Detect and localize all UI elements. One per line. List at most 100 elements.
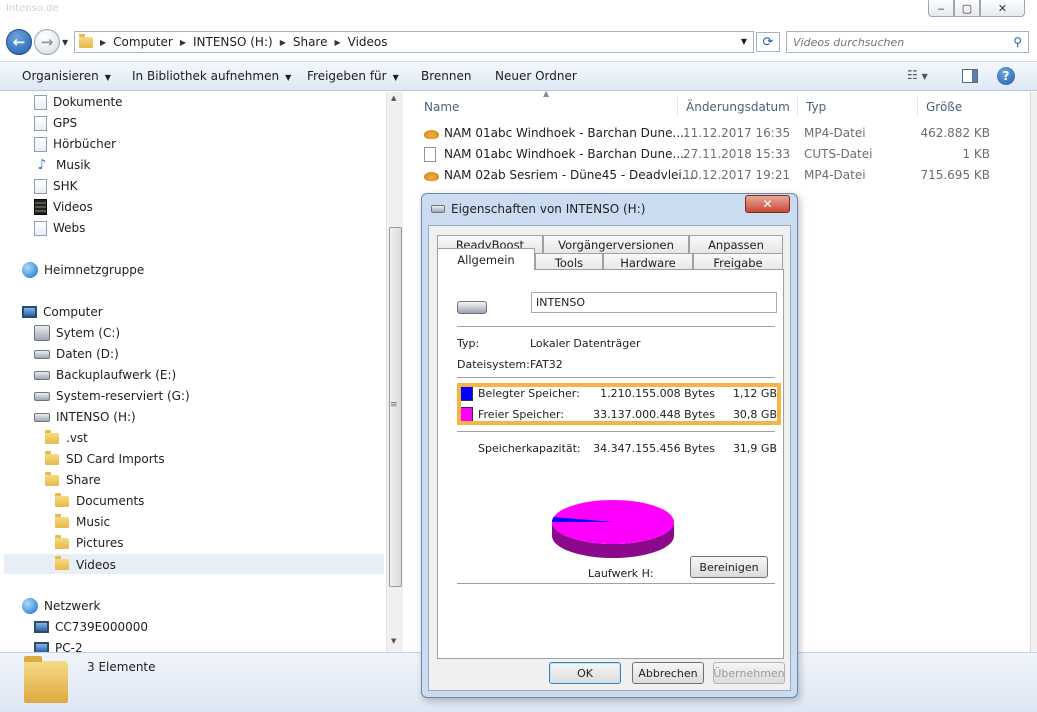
breadcrumb-computer[interactable]: Computer — [113, 35, 173, 49]
share-with-menu[interactable]: Freigeben für ▼ — [307, 69, 399, 83]
nav-item-drive-d[interactable]: Daten (D:) — [34, 344, 119, 364]
nav-item-webs[interactable]: Webs — [34, 218, 85, 238]
dialog-close-button[interactable]: ✕ — [745, 195, 790, 213]
file-row[interactable]: NAM 02ab Sesriem - Düne45 - Deadvlei....… — [420, 165, 1020, 185]
nav-item-vst[interactable]: .vst — [44, 428, 88, 448]
maximize-button[interactable]: ▢ — [954, 0, 980, 17]
nav-label: .vst — [66, 431, 88, 445]
divider — [457, 583, 775, 584]
nav-item-sd-card-imports[interactable]: SD Card Imports — [44, 449, 165, 469]
properties-dialog: Eigenschaften von INTENSO (H:) ✕ ReadyBo… — [421, 193, 798, 698]
nav-item-drive-c[interactable]: Sytem (C:) — [34, 323, 120, 343]
nav-label: Daten (D:) — [56, 347, 119, 361]
close-window-button[interactable]: ✕ — [980, 0, 1025, 17]
faded-watermark-text: Intenso.de — [6, 3, 59, 14]
burn-button[interactable]: Brennen — [421, 69, 471, 83]
folder-icon — [54, 556, 70, 573]
drive-icon — [431, 205, 445, 213]
nav-item-network-pc1[interactable]: CC739E000000 — [34, 617, 148, 637]
share-with-label: Freigeben für — [307, 69, 387, 83]
search-input[interactable] — [793, 35, 993, 49]
chevron-right-icon[interactable]: ▶ — [334, 38, 340, 47]
breadcrumb-videos[interactable]: Videos — [348, 35, 388, 49]
nav-item-musik[interactable]: ♪ Musik — [34, 155, 91, 175]
address-bar[interactable]: ▶ Computer ▶ INTENSO (H:) ▶ Share ▶ Vide… — [74, 31, 754, 53]
nav-label: PC-2 — [55, 641, 83, 652]
nav-item-pictures[interactable]: Pictures — [54, 533, 124, 553]
ok-button[interactable]: OK — [549, 662, 621, 684]
nav-label: Pictures — [76, 536, 124, 550]
chevron-down-icon: ▼ — [104, 73, 111, 82]
chevron-right-icon[interactable]: ▶ — [100, 38, 106, 47]
column-header-type[interactable]: Typ — [798, 97, 918, 117]
breadcrumb-share[interactable]: Share — [293, 35, 328, 49]
file-name: NAM 01abc Windhoek - Barchan Dune.... — [444, 126, 688, 140]
nav-label: Dokumente — [53, 95, 123, 109]
filesystem-label: Dateisystem: — [457, 358, 530, 371]
nav-label: Computer — [43, 305, 103, 319]
history-dropdown-icon[interactable]: ▼ — [62, 38, 68, 47]
tab-customize[interactable]: Anpassen — [689, 235, 783, 253]
nav-item-drive-e[interactable]: Backuplaufwerk (E:) — [34, 365, 176, 385]
network-icon — [22, 598, 38, 614]
nav-item-dokumente[interactable]: Dokumente — [34, 92, 123, 112]
scroll-down-icon[interactable]: ▼ — [391, 637, 396, 645]
address-dropdown-icon[interactable]: ▼ — [741, 37, 747, 46]
nav-item-hoerbuecher[interactable]: Hörbücher — [34, 134, 116, 154]
nav-item-videos-library[interactable]: Videos — [34, 197, 93, 217]
forward-button[interactable]: → — [34, 29, 60, 55]
tab-general[interactable]: Allgemein — [437, 248, 535, 270]
add-to-library-menu[interactable]: In Bibliothek aufnehmen ▼ — [132, 69, 291, 83]
back-button[interactable]: ← — [6, 29, 32, 55]
nav-item-videos-selected[interactable]: Videos — [4, 554, 384, 574]
minimize-button[interactable]: ‒ — [928, 0, 954, 17]
nav-label: Videos — [53, 200, 93, 214]
organize-menu[interactable]: Organisieren ▼ — [22, 69, 111, 83]
nav-item-gps[interactable]: GPS — [34, 113, 77, 133]
navigation-pane: Dokumente GPS Hörbücher ♪ Musik SHK Video… — [0, 92, 404, 652]
type-label: Typ: — [457, 337, 480, 350]
folder-large-icon — [24, 656, 68, 703]
tab-previous-versions[interactable]: Vorgängerversionen — [543, 235, 689, 253]
nav-item-homegroup[interactable]: Heimnetzgruppe — [22, 260, 144, 280]
nav-label: INTENSO (H:) — [56, 410, 136, 424]
file-row[interactable]: NAM 01abc Windhoek - Barchan Dune.... 27… — [420, 144, 1020, 164]
nav-item-drive-g[interactable]: System-reserviert (G:) — [34, 386, 190, 406]
file-date: 11.12.2017 16:35 — [683, 126, 791, 140]
nav-item-network[interactable]: Netzwerk — [22, 596, 100, 616]
nav-item-shk[interactable]: SHK — [34, 176, 78, 196]
nav-item-documents[interactable]: Documents — [54, 491, 144, 511]
nav-label: Musik — [56, 158, 91, 172]
chevron-right-icon[interactable]: ▶ — [180, 38, 186, 47]
preview-pane-button[interactable] — [962, 69, 978, 83]
nav-scrollbar[interactable]: ▲ ≡ ▼ — [386, 92, 403, 652]
search-icon[interactable]: ⚲ — [1013, 35, 1022, 49]
breadcrumb-intenso[interactable]: INTENSO (H:) — [193, 35, 273, 49]
drive-name-field[interactable]: INTENSO — [531, 292, 777, 313]
new-folder-button[interactable]: Neuer Ordner — [495, 69, 577, 83]
nav-item-computer[interactable]: Computer — [22, 302, 103, 322]
help-button[interactable]: ? — [997, 67, 1015, 85]
nav-label: Hörbücher — [53, 137, 117, 151]
cancel-button[interactable]: Abbrechen — [632, 662, 704, 684]
chevron-right-icon[interactable]: ▶ — [280, 38, 286, 47]
refresh-button[interactable]: ⟳ — [756, 32, 780, 52]
film-icon — [34, 199, 47, 215]
nav-item-drive-h[interactable]: INTENSO (H:) — [34, 407, 136, 427]
view-options-button[interactable]: ☷ ▼ — [907, 68, 928, 82]
column-header-name[interactable]: Name — [416, 97, 678, 117]
window-titlebar: Intenso.de ‒ ▢ ✕ — [0, 0, 1037, 22]
nav-item-music[interactable]: Music — [54, 512, 110, 532]
scroll-up-icon[interactable]: ▲ — [391, 94, 396, 102]
library-icon — [34, 220, 47, 236]
nav-label: Backuplaufwerk (E:) — [56, 368, 177, 382]
column-header-size[interactable]: Größe — [918, 97, 998, 117]
nav-item-network-pc2[interactable]: PC-2 — [34, 638, 83, 652]
system-drive-icon — [34, 325, 50, 341]
file-row[interactable]: NAM 01abc Windhoek - Barchan Dune.... 11… — [420, 123, 1020, 143]
nav-item-share[interactable]: Share — [44, 470, 101, 490]
column-header-date[interactable]: Änderungsdatum — [678, 97, 798, 117]
search-box[interactable]: ⚲ — [786, 31, 1029, 53]
document-library-icon — [34, 94, 47, 110]
disk-cleanup-button[interactable]: Bereinigen — [690, 556, 768, 578]
